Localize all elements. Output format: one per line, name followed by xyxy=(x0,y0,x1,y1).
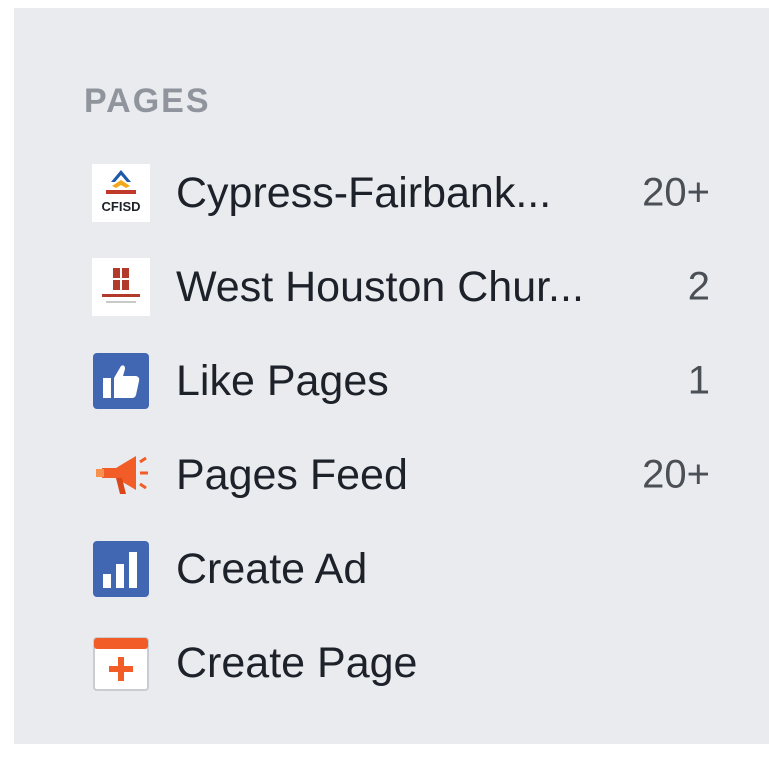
cypress-logo-text: CFISD xyxy=(102,199,141,214)
cypress-fairbanks-logo-icon: CFISD xyxy=(90,162,152,224)
page-item-like-pages[interactable]: Like Pages 1 xyxy=(90,334,710,428)
west-houston-church-logo-icon xyxy=(90,256,152,318)
page-item-count: 2 xyxy=(687,264,710,309)
page-item-label: Cypress-Fairbank... xyxy=(176,168,552,217)
page-item-label: Like Pages xyxy=(176,356,389,405)
page-item-west-houston-church[interactable]: West Houston Chur... 2 xyxy=(90,240,710,334)
calendar-plus-icon xyxy=(90,632,152,694)
thumbs-up-icon xyxy=(90,350,152,412)
page-item-create-ad[interactable]: Create Ad xyxy=(90,522,710,616)
page-item-create-page[interactable]: Create Page xyxy=(90,616,710,710)
page-item-label: Create Ad xyxy=(176,544,368,593)
page-item-pages-feed[interactable]: Pages Feed 20+ xyxy=(90,428,710,522)
page-item-count: 20+ xyxy=(642,452,710,497)
page-item-label: Pages Feed xyxy=(176,450,408,499)
bar-chart-icon xyxy=(90,538,152,600)
page-item-count: 1 xyxy=(687,358,710,403)
pages-list: CFISD Cypress-Fairbank... 20+ West Houst… xyxy=(90,146,710,710)
page-item-label: West Houston Chur... xyxy=(176,262,584,311)
pages-sidebar-panel: PAGES CFISD Cypress-Fairbank... 20+ West… xyxy=(14,8,769,744)
page-item-count: 20+ xyxy=(642,170,710,215)
page-item-label: Create Page xyxy=(176,638,418,687)
page-item-cypress-fairbanks[interactable]: CFISD Cypress-Fairbank... 20+ xyxy=(90,146,710,240)
megaphone-icon xyxy=(90,444,152,506)
pages-section-title: PAGES xyxy=(84,82,211,120)
